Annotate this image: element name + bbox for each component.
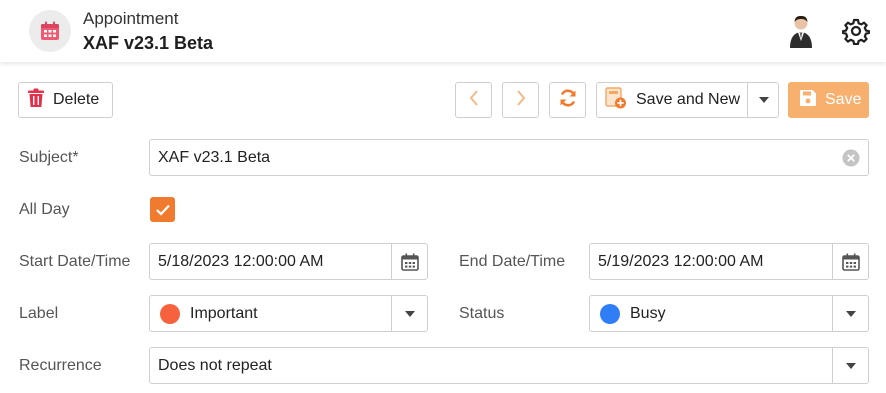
label-color-dot <box>160 303 180 324</box>
delete-button-label: Delete <box>53 91 100 108</box>
refresh-button[interactable] <box>549 82 586 118</box>
end-date-label: End Date/Time <box>459 253 566 270</box>
chevron-right-icon <box>515 89 527 112</box>
label-select[interactable]: Important <box>149 295 428 332</box>
start-date-calendar-button[interactable] <box>391 244 427 279</box>
status-color-dot <box>600 303 620 324</box>
recurrence-select[interactable]: Does not repeat <box>149 347 869 384</box>
status-label: Status <box>459 305 505 322</box>
next-record-button[interactable] <box>502 82 539 118</box>
end-date-value: 5/19/2023 12:00:00 AM <box>598 252 764 270</box>
recurrence-label: Recurrence <box>19 357 102 374</box>
save-button-label: Save <box>825 91 862 108</box>
save-and-new-icon <box>605 86 627 114</box>
recurrence-value: Does not repeat <box>158 356 272 374</box>
refresh-icon <box>558 88 578 113</box>
chevron-down-icon <box>845 310 856 317</box>
clear-icon[interactable] <box>842 149 860 167</box>
calendar-icon <box>29 10 71 52</box>
end-date-input[interactable]: 5/19/2023 12:00:00 AM <box>589 243 869 280</box>
end-date-calendar-button[interactable] <box>832 244 868 279</box>
subject-label: Subject* <box>19 149 79 166</box>
save-and-new-button[interactable]: Save and New <box>596 82 779 118</box>
checkmark-icon <box>155 204 170 216</box>
chevron-down-icon <box>758 97 769 103</box>
save-options-dropdown[interactable] <box>748 83 779 117</box>
subject-value: XAF v23.1 Beta <box>158 148 271 166</box>
calendar-icon <box>400 253 419 271</box>
page-title: XAF v23.1 Beta <box>83 33 214 53</box>
chevron-down-icon <box>404 310 415 317</box>
start-date-input[interactable]: 5/18/2023 12:00:00 AM <box>149 243 428 280</box>
save-and-new-label: Save and New <box>636 91 741 108</box>
avatar[interactable] <box>788 14 814 48</box>
start-date-value: 5/18/2023 12:00:00 AM <box>158 252 324 270</box>
recurrence-dropdown-button[interactable] <box>832 348 868 383</box>
save-button[interactable]: Save <box>788 82 869 118</box>
floppy-disk-icon <box>799 89 817 112</box>
chevron-down-icon <box>845 362 856 369</box>
subject-input[interactable]: XAF v23.1 Beta <box>149 139 869 176</box>
start-date-label: Start Date/Time <box>19 253 131 270</box>
chevron-left-icon <box>468 89 480 112</box>
label-dropdown-button[interactable] <box>391 296 427 331</box>
header: Appointment XAF v23.1 Beta <box>0 0 886 62</box>
label-select-value: Important <box>190 304 258 322</box>
status-dropdown-button[interactable] <box>832 296 868 331</box>
trash-icon <box>27 88 45 113</box>
status-select-value: Busy <box>630 304 666 322</box>
previous-record-button[interactable] <box>455 82 492 118</box>
all-day-label: All Day <box>19 201 70 218</box>
calendar-icon <box>841 253 860 271</box>
delete-button[interactable]: Delete <box>18 82 113 118</box>
object-type-label: Appointment <box>83 9 179 28</box>
label-field-label: Label <box>19 305 59 322</box>
gear-icon[interactable] <box>841 17 871 46</box>
status-select[interactable]: Busy <box>589 295 869 332</box>
all-day-checkbox[interactable] <box>150 197 175 222</box>
